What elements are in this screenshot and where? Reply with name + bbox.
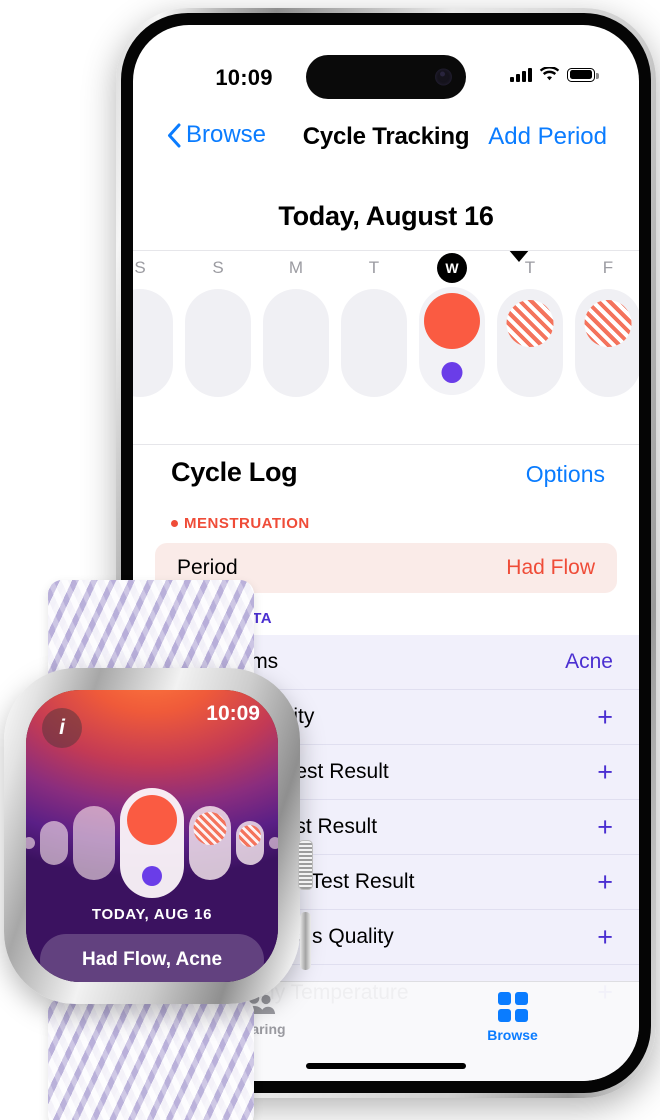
add-period-button[interactable]: Add Period (488, 123, 607, 151)
watch-flow-indicator-icon (127, 795, 177, 845)
digital-crown[interactable] (298, 840, 313, 890)
apple-watch-device: i 10:09 TODAY, AUG 16 Had Flow, Acne (0, 580, 313, 1120)
watch-cycle-pill-5 (236, 821, 264, 865)
calendar-day-1[interactable]: S (185, 251, 251, 397)
calendar-day-pill (419, 287, 485, 395)
watch-cycle-pill-0 (26, 837, 35, 849)
add-entry-button[interactable]: + (597, 703, 613, 731)
calendar-day-pill (341, 289, 407, 397)
add-entry-button[interactable]: + (597, 923, 613, 951)
period-row-label: Period (177, 556, 238, 579)
calendar-day-letter: T (368, 258, 380, 277)
watch-summary-button[interactable]: Had Flow, Acne (40, 934, 264, 982)
other-data-row-value: Acne (565, 650, 613, 673)
watch-side-button[interactable] (300, 912, 311, 970)
watch-cycle-pill-2 (73, 806, 115, 880)
calendar-day-pill (133, 289, 173, 397)
watch-info-button[interactable]: i (42, 708, 82, 748)
period-row-value: Had Flow (506, 556, 595, 579)
watch-ovulation-indicator-icon (142, 866, 162, 886)
calendar-day-letter: T (524, 258, 536, 277)
watch-predicted-period-icon (193, 812, 227, 845)
calendar-day-letter: F (602, 258, 614, 277)
watch-cycle-pill-3 (120, 788, 184, 898)
predicted-period-icon (506, 300, 554, 347)
menstruation-section-text: MENSTRUATION (184, 515, 310, 532)
cellular-bars-icon (510, 67, 532, 82)
add-entry-button[interactable]: + (597, 813, 613, 841)
calendar-day-letter: W (437, 253, 467, 283)
navigation-bar: Browse Cycle Tracking Add Period (133, 111, 639, 171)
calendar-track: SSMTWTFSS (133, 251, 639, 397)
flow-indicator-icon (424, 293, 480, 349)
cycle-log-header: Cycle Log Options (133, 457, 639, 511)
tab-browse[interactable]: Browse (386, 992, 639, 1043)
calendar-day-5[interactable]: T (497, 251, 563, 397)
battery-icon (567, 67, 599, 82)
watch-cycle-carousel[interactable] (26, 788, 278, 898)
status-bar-indicators (510, 67, 599, 82)
menstruation-bullet-icon (171, 520, 178, 527)
ovulation-indicator-icon (441, 362, 463, 383)
watch-time: 10:09 (206, 702, 260, 725)
watch-screen: i 10:09 TODAY, AUG 16 Had Flow, Acne (26, 690, 278, 982)
watch-band-bottom (48, 998, 254, 1120)
calendar-day-3[interactable]: T (341, 251, 407, 397)
calendar-day-pill (575, 289, 639, 397)
watch-predicted-period-icon (239, 825, 261, 847)
add-entry-button[interactable]: + (597, 868, 613, 896)
calendar-day-letter: S (212, 258, 224, 277)
calendar-day-pill (497, 289, 563, 397)
today-date-title: Today, August 16 (278, 201, 494, 231)
grid-squares-icon (497, 992, 528, 1022)
dynamic-island (306, 55, 466, 99)
calendar-day-4[interactable]: W (419, 251, 485, 395)
watch-today-label: TODAY, AUG 16 (91, 906, 213, 923)
front-camera-icon (435, 68, 452, 86)
watch-cycle-pill-4 (189, 806, 231, 880)
cycle-log-options-button[interactable]: Options (526, 461, 605, 488)
predicted-period-icon (584, 300, 632, 347)
cycle-log-title: Cycle Log (171, 457, 298, 487)
watch-cycle-pill-1 (40, 821, 68, 865)
calendar-day-2[interactable]: M (263, 251, 329, 397)
home-indicator[interactable] (306, 1063, 466, 1069)
calendar-day-pill (185, 289, 251, 397)
menstruation-section-label: MENSTRUATION (171, 515, 310, 532)
calendar-day-pill (263, 289, 329, 397)
watch-cycle-pill-6 (269, 837, 278, 849)
status-bar-time: 10:09 (215, 65, 273, 90)
tab-browse-label: Browse (487, 1027, 538, 1043)
cycle-calendar-strip[interactable]: SSMTWTFSS (133, 250, 639, 445)
calendar-day-0[interactable]: S (133, 251, 173, 397)
screenshot-stage: 10:09 Browse Cycle Tracking Add Period T… (0, 0, 660, 1120)
watch-case: i 10:09 TODAY, AUG 16 Had Flow, Acne (4, 668, 313, 1004)
calendar-day-6[interactable]: F (575, 251, 639, 397)
status-bar: 10:09 (133, 25, 639, 99)
add-entry-button[interactable]: + (597, 758, 613, 786)
calendar-day-letter: S (134, 258, 146, 277)
calendar-day-letter: M (288, 258, 304, 277)
wifi-icon (539, 67, 560, 81)
